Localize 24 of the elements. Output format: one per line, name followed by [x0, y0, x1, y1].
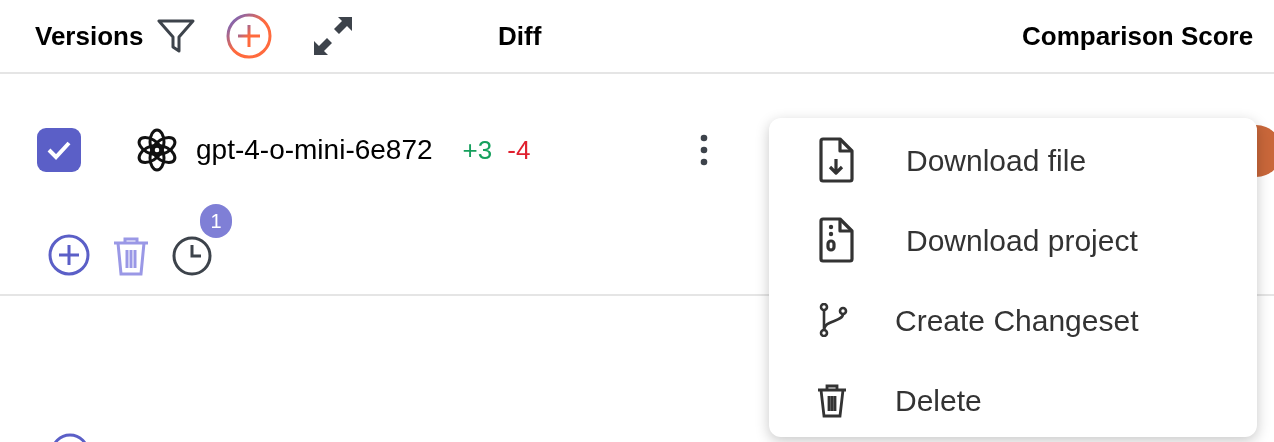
branch-icon: [819, 303, 848, 337]
filter-icon[interactable]: [157, 18, 196, 54]
add-icon[interactable]: [48, 234, 90, 276]
menu-item[interactable]: Download project: [769, 200, 1257, 280]
added-count: +3: [462, 133, 493, 167]
trash-icon: [816, 382, 848, 418]
add-icon[interactable]: [226, 13, 273, 59]
trash-icon[interactable]: [112, 236, 150, 276]
file-download-icon: [819, 137, 854, 183]
checkbox[interactable]: [37, 128, 81, 172]
menu-item[interactable]: Delete: [769, 360, 1257, 440]
count-badge: 1: [200, 204, 232, 238]
file-zip-icon: [819, 217, 854, 263]
column-header: Diff: [498, 20, 542, 51]
version-name: gpt-4-o-mini-6e872: [196, 133, 433, 167]
logo-icon: [135, 128, 179, 172]
menu-item[interactable]: Download file: [769, 120, 1257, 200]
more-icon[interactable]: [700, 134, 709, 166]
removed-count: -4: [507, 133, 531, 167]
menu-item[interactable]: Create Changeset: [769, 280, 1257, 360]
column-header: Comparison Score: [1022, 20, 1254, 51]
history-icon[interactable]: [172, 236, 212, 276]
expand-icon[interactable]: [312, 15, 355, 57]
column-header: Versions: [35, 19, 144, 53]
